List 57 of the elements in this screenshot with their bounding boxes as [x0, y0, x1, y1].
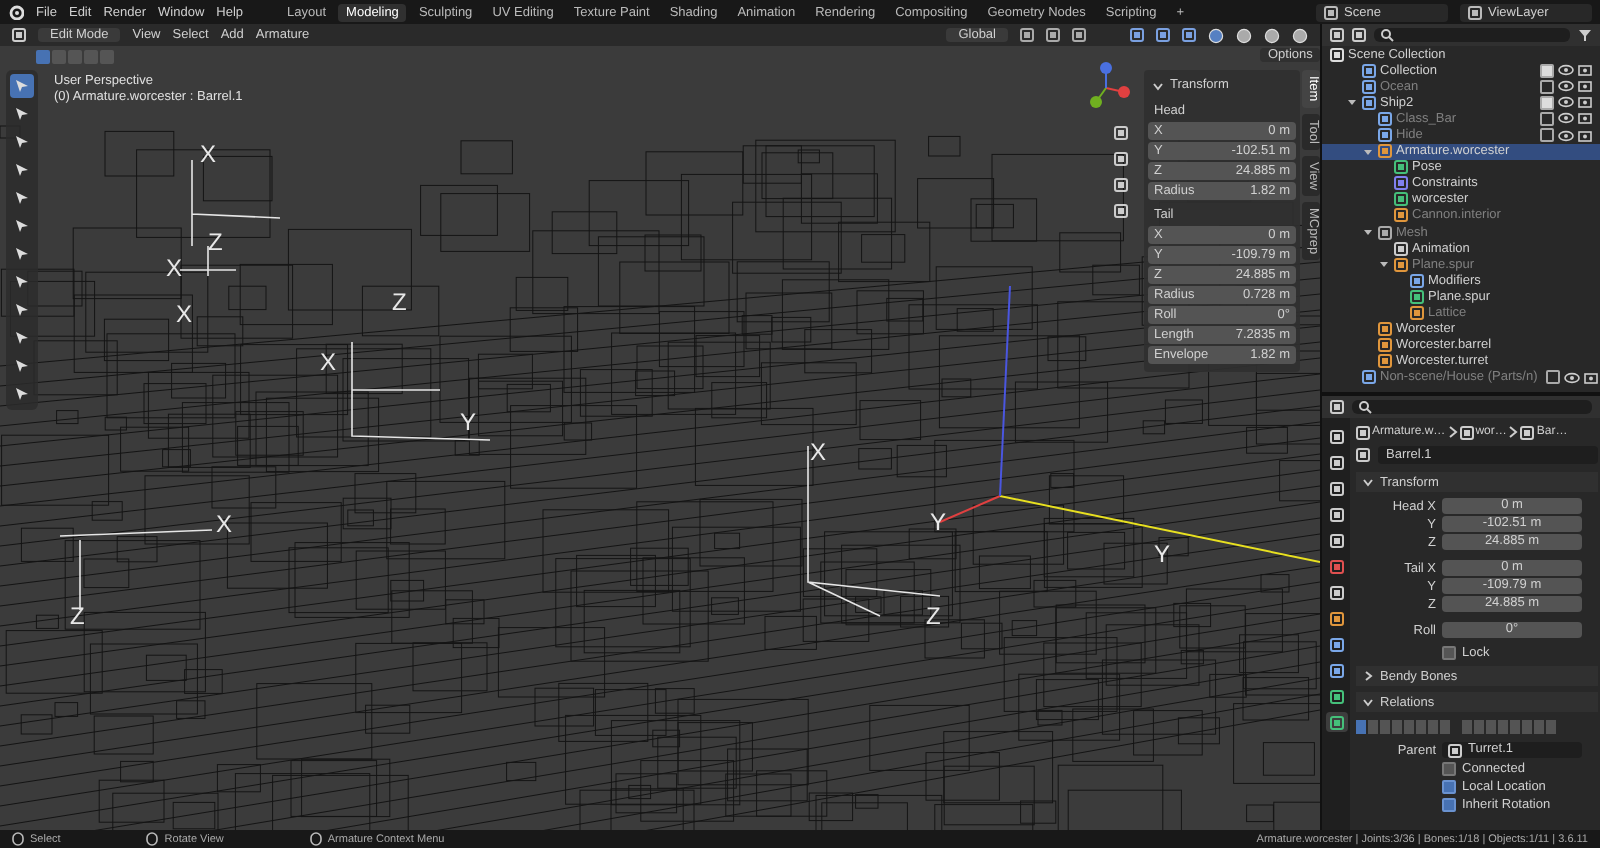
search-icon — [1358, 400, 1372, 414]
properties-tab[interactable] — [1325, 582, 1347, 602]
properties-tab[interactable] — [1325, 426, 1347, 446]
eye-icon — [1558, 96, 1574, 109]
axis-label: Y — [1154, 540, 1171, 568]
search-icon — [1380, 28, 1394, 42]
axis-label: X — [320, 348, 337, 376]
axis-label: X — [200, 140, 217, 168]
properties-tab[interactable] — [1325, 556, 1347, 576]
properties-tab[interactable] — [1325, 504, 1347, 524]
filter-icon — [1578, 28, 1592, 42]
axis-label: X — [166, 254, 183, 282]
chevron-icon — [1447, 426, 1458, 438]
axis-label: Y — [930, 508, 947, 536]
properties-tab[interactable] — [1325, 660, 1347, 680]
properties-tab[interactable] — [1325, 608, 1347, 628]
properties-tab[interactable] — [1325, 478, 1347, 498]
checkbox[interactable] — [1540, 95, 1554, 110]
expanded-caret-icon — [1362, 476, 1374, 488]
axis-label: Y — [460, 408, 477, 436]
properties-tab[interactable] — [1325, 686, 1347, 706]
expand-caret-icon — [1346, 96, 1358, 109]
chevron-icon — [1508, 426, 1519, 438]
render-shading-icon[interactable] — [1292, 27, 1308, 43]
mouse-icon — [146, 832, 159, 846]
mouse-icon — [309, 832, 322, 846]
tool-button[interactable] — [10, 74, 34, 98]
properties-tab[interactable] — [1325, 452, 1347, 472]
axis-label: X — [810, 438, 827, 466]
expand-caret-icon — [1378, 258, 1390, 271]
wireframe-shading-icon[interactable] — [1208, 27, 1224, 43]
properties-tab[interactable] — [1325, 634, 1347, 654]
collapsed-caret-icon — [1362, 670, 1374, 682]
solid-shading-icon[interactable] — [1236, 27, 1252, 43]
checkbox[interactable] — [1540, 63, 1554, 78]
expand-caret-icon — [1362, 145, 1374, 158]
search-field[interactable] — [1374, 28, 1570, 42]
axis-label: Z — [208, 228, 223, 256]
axis-label: Z — [392, 288, 407, 316]
axis-label: X — [216, 510, 233, 538]
axis-label: Z — [70, 602, 85, 630]
eye-icon — [1558, 112, 1574, 125]
expanded-caret-icon — [1362, 696, 1374, 708]
properties-tab[interactable] — [1325, 530, 1347, 550]
search-field[interactable] — [1352, 400, 1592, 414]
eye-icon — [1558, 129, 1574, 142]
eye-icon — [1563, 371, 1580, 384]
eye-icon — [1558, 64, 1574, 77]
axis-label: Z — [926, 602, 941, 630]
mouse-icon — [12, 832, 24, 846]
axis-label: X — [176, 300, 193, 328]
expanded-caret-icon — [1152, 79, 1164, 91]
properties-tab[interactable] — [1325, 712, 1347, 732]
expand-caret-icon — [1362, 226, 1374, 239]
material-shading-icon[interactable] — [1264, 27, 1280, 43]
eye-icon — [1558, 80, 1574, 93]
blender-logo-icon — [8, 4, 24, 20]
